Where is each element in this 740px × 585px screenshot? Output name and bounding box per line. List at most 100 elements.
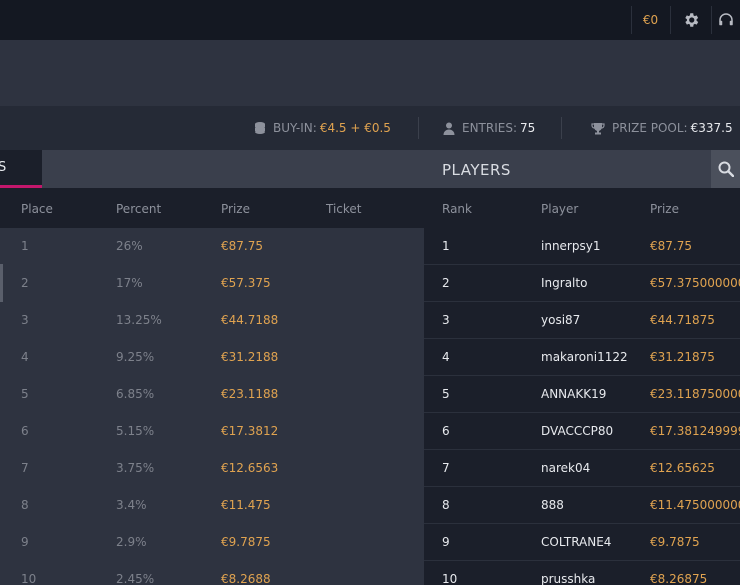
percent-cell: 2.45%: [116, 572, 155, 585]
prize-cell: €8.2688: [221, 572, 271, 585]
prize-pool-info: PRIZE POOL: €337.5: [591, 106, 733, 150]
entries-value: 75: [520, 121, 536, 135]
table-row: 7 3.75% €12.6563: [0, 450, 424, 487]
prize-cell: €87.75: [221, 239, 263, 253]
prize-cell: €44.7188: [221, 313, 279, 327]
tab-payouts[interactable]: S: [0, 150, 42, 188]
player-cell: yosi87: [541, 313, 581, 327]
player-cell: innerpsy1: [541, 239, 601, 253]
percent-cell: 9.25%: [116, 350, 155, 364]
table-row[interactable]: 3 yosi87 €44.71875: [424, 302, 740, 339]
table-row[interactable]: 9 COLTRANE4 €9.7875: [424, 524, 740, 561]
prize-cell: €57.3750000000: [650, 276, 740, 290]
col-ticket[interactable]: Ticket: [326, 202, 362, 216]
headset-icon: [719, 13, 733, 26]
table-row: 10 2.45% €8.2688: [0, 561, 424, 585]
rank-cell: 10: [442, 572, 458, 585]
rank-cell: 3: [442, 313, 450, 327]
coins-icon: [255, 122, 265, 134]
rank-cell: 1: [442, 239, 450, 253]
col-player[interactable]: Player: [541, 202, 578, 216]
col-percent[interactable]: Percent: [116, 202, 161, 216]
payouts-header: Place Percent Prize Ticket: [0, 188, 424, 228]
table-row[interactable]: 6 DVACCCP80 €17.3812499999: [424, 413, 740, 450]
tournament-header: [0, 40, 740, 106]
player-cell: DVACCCP80: [541, 424, 614, 438]
prize-cell: €8.26875: [650, 572, 708, 585]
table-row: 8 3.4% €11.475: [0, 487, 424, 524]
player-cell: ANNAKK19: [541, 387, 607, 401]
gear-icon: [684, 13, 698, 27]
col-rank[interactable]: Rank: [442, 202, 472, 216]
table-row: 2 17% €57.375: [0, 265, 424, 302]
entries-label: ENTRIES:: [462, 121, 518, 135]
prize-cell: €23.1188: [221, 387, 279, 401]
prize-cell: €23.1187500000: [650, 387, 740, 401]
col-prize[interactable]: Prize: [221, 202, 250, 216]
percent-cell: 5.15%: [116, 424, 155, 438]
prize-cell: €11.4750000000: [650, 498, 740, 512]
divider: [561, 117, 562, 139]
table-row[interactable]: 5 ANNAKK19 €23.1187500000: [424, 376, 740, 413]
settings-button[interactable]: [670, 6, 710, 34]
col-place[interactable]: Place: [21, 202, 53, 216]
place-cell: 4: [21, 350, 29, 364]
col-player-prize[interactable]: Prize: [650, 202, 679, 216]
table-row: 5 6.85% €23.1188: [0, 376, 424, 413]
table-row[interactable]: 7 narek04 €12.65625: [424, 450, 740, 487]
place-cell: 7: [21, 461, 29, 475]
prize-pool-label: PRIZE POOL:: [612, 121, 688, 135]
prize-cell: €31.21875: [650, 350, 715, 364]
prize-cell: €17.3812: [221, 424, 279, 438]
table-row: 3 13.25% €44.7188: [0, 302, 424, 339]
prize-pool-value: €337.5: [690, 121, 733, 135]
percent-cell: 3.4%: [116, 498, 147, 512]
percent-cell: 13.25%: [116, 313, 162, 327]
player-cell: narek04: [541, 461, 591, 475]
user-icon: [443, 122, 455, 135]
entries-info: ENTRIES: 75: [443, 106, 535, 150]
top-bar: €0: [0, 0, 740, 40]
place-cell: 5: [21, 387, 29, 401]
rank-cell: 6: [442, 424, 450, 438]
prize-cell: €9.7875: [221, 535, 271, 549]
player-cell: 888: [541, 498, 564, 512]
payouts-table: 1 26% €87.75 2 17% €57.375 3 13.25% €44.…: [0, 228, 424, 585]
trophy-icon: [591, 122, 605, 134]
player-cell: COLTRANE4: [541, 535, 612, 549]
table-row[interactable]: 4 makaroni1122 €31.21875: [424, 339, 740, 376]
prize-cell: €12.6563: [221, 461, 279, 475]
table-row[interactable]: 1 innerpsy1 €87.75: [424, 228, 740, 265]
rank-cell: 4: [442, 350, 450, 364]
table-row: 9 2.9% €9.7875: [0, 524, 424, 561]
percent-cell: 3.75%: [116, 461, 155, 475]
percent-cell: 2.9%: [116, 535, 147, 549]
player-cell: prusshka: [541, 572, 596, 585]
rank-cell: 7: [442, 461, 450, 475]
percent-cell: 6.85%: [116, 387, 155, 401]
support-button[interactable]: [711, 6, 740, 34]
balance-display[interactable]: €0: [631, 6, 669, 34]
prize-cell: €11.475: [221, 498, 271, 512]
tab-players-label: PLAYERS: [442, 161, 511, 179]
prize-cell: €12.65625: [650, 461, 715, 475]
table-row[interactable]: 8 888 €11.4750000000: [424, 487, 740, 524]
prize-cell: €31.2188: [221, 350, 279, 364]
prize-cell: €9.7875: [650, 535, 700, 549]
tab-players[interactable]: PLAYERS: [42, 150, 711, 188]
table-row: 1 26% €87.75: [0, 228, 424, 265]
table-row[interactable]: 2 Ingralto €57.3750000000: [424, 265, 740, 302]
player-cell: Ingralto: [541, 276, 588, 290]
players-header: Rank Player Prize: [424, 188, 740, 228]
percent-cell: 26%: [116, 239, 143, 253]
search-icon: [718, 161, 734, 177]
rank-cell: 5: [442, 387, 450, 401]
prize-cell: €17.3812499999: [650, 424, 740, 438]
table-row[interactable]: 10 prusshka €8.26875: [424, 561, 740, 585]
place-cell: 9: [21, 535, 29, 549]
prize-cell: €44.71875: [650, 313, 715, 327]
players-table: 1 innerpsy1 €87.75 2 Ingralto €57.375000…: [424, 228, 740, 585]
search-button[interactable]: [711, 150, 740, 188]
tab-payouts-label: S: [0, 160, 7, 175]
rank-cell: 9: [442, 535, 450, 549]
